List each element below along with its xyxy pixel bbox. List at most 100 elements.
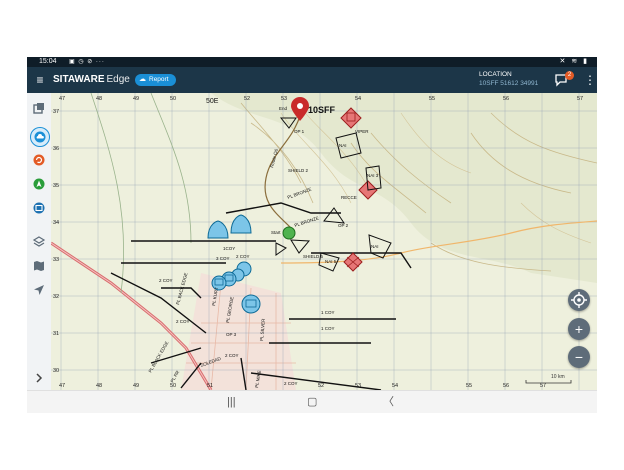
label-2coy-b: 2 COY bbox=[225, 353, 239, 358]
grid-top-5: 52 bbox=[244, 96, 250, 102]
map-view[interactable]: End OP 1 SHIELD 2 VIPER NAI NAI 3 NAI RE… bbox=[51, 93, 597, 390]
window-icon[interactable] bbox=[30, 199, 48, 217]
terrain-hills bbox=[211, 93, 597, 283]
grid-left-1: 36 bbox=[53, 146, 59, 152]
label-1coy: 1 COY bbox=[321, 310, 335, 315]
grid-top-0: 47 bbox=[59, 96, 65, 102]
zoom-out-button[interactable]: − bbox=[568, 346, 590, 368]
label-op3: OP 3 bbox=[226, 332, 237, 337]
label-shield5: SHIELD 5 bbox=[303, 254, 324, 259]
brand-edition: Edge bbox=[106, 74, 130, 85]
grid-bottom-3: 50 bbox=[170, 383, 176, 389]
label-end: End bbox=[279, 106, 288, 111]
grid-top-3: 50 bbox=[170, 96, 176, 102]
navigation-icon[interactable] bbox=[30, 175, 48, 193]
grid-top-9: 56 bbox=[503, 96, 509, 102]
brand-name: SITAWARE bbox=[53, 74, 105, 85]
grid-left-6: 31 bbox=[53, 331, 59, 337]
grid-top-10: 57 bbox=[577, 96, 583, 102]
label-3coy: 3 COY bbox=[216, 256, 230, 261]
layers-icon[interactable] bbox=[30, 233, 48, 251]
chevron-right-icon[interactable] bbox=[30, 369, 48, 387]
label-shield2: SHIELD 2 bbox=[288, 168, 309, 173]
label-nai5: NAI 5 bbox=[325, 259, 337, 264]
route-line bbox=[264, 115, 301, 239]
label-bronze2: PL BRONZE bbox=[294, 215, 320, 228]
label-nai2: NAI 3 bbox=[367, 173, 379, 178]
grid-top-7: 54 bbox=[355, 96, 361, 102]
status-time: 15:04 bbox=[39, 58, 57, 65]
grid-bottom-0: 47 bbox=[59, 383, 65, 389]
grid-top-2: 49 bbox=[133, 96, 139, 102]
label-bronze1: PL BRONZE bbox=[287, 187, 313, 200]
map-icon[interactable] bbox=[30, 257, 48, 275]
label-recce: RECCE bbox=[341, 195, 357, 200]
grid-left-0: 37 bbox=[53, 109, 59, 115]
grid-bottom-1: 48 bbox=[96, 383, 102, 389]
grid-left-3: 34 bbox=[53, 220, 59, 226]
map-zone-label: 50E bbox=[206, 98, 219, 105]
scale-label: 10 km bbox=[551, 374, 565, 380]
map-callsign: 10SFF bbox=[308, 105, 336, 115]
grid-left-5: 32 bbox=[53, 294, 59, 300]
zoom-in-button[interactable]: + bbox=[568, 318, 590, 340]
app-brand: SITAWARE Edge bbox=[53, 73, 130, 87]
refresh-icon[interactable] bbox=[30, 151, 48, 169]
label-2coy-c: 2 COY bbox=[159, 278, 173, 283]
layers-stack-icon[interactable] bbox=[30, 99, 48, 117]
label-pl-black: PL BLACK EDGE bbox=[148, 340, 170, 373]
grid-top-6: 53 bbox=[281, 96, 287, 102]
chat-badge: 2 bbox=[565, 71, 574, 80]
grid-bottom-6: 53 bbox=[355, 383, 361, 389]
label-viper: VIPER bbox=[355, 129, 369, 134]
send-icon[interactable] bbox=[30, 281, 48, 299]
grid-bottom-10: 57 bbox=[540, 383, 546, 389]
status-icons-left: ▣ ◷ ⊘ ··· bbox=[69, 59, 105, 65]
side-toolbar bbox=[27, 93, 52, 390]
location-label: LOCATION bbox=[479, 71, 512, 78]
grid-bottom-2: 49 bbox=[133, 383, 139, 389]
label-1coy-b: 1 COY bbox=[321, 326, 335, 331]
label-start: Start bbox=[271, 230, 281, 235]
grid-bottom-5: 52 bbox=[318, 383, 324, 389]
recents-button[interactable]: ||| bbox=[227, 394, 236, 410]
cloud-icon: ☁ bbox=[139, 76, 146, 83]
grid-bottom-4: 51 bbox=[207, 383, 213, 389]
location-readout: LOCATION 10SFF 51612 34991 bbox=[479, 71, 538, 87]
label-2coy-d: 2 COY bbox=[284, 381, 298, 386]
label-route: Route Q6 bbox=[269, 148, 279, 168]
cloud-icon[interactable] bbox=[30, 127, 50, 147]
grid-left-7: 30 bbox=[53, 368, 59, 374]
label-op2: OP 2 bbox=[338, 223, 349, 228]
label-nai3: NAI bbox=[371, 244, 379, 249]
app-bar: ≡ SITAWARE Edge ☁ Report LOCATION 10SFF 51… bbox=[27, 67, 597, 93]
scale-bar: 10 km bbox=[525, 374, 572, 384]
label-2coy-e: 2 COY bbox=[236, 254, 250, 259]
report-label: Report bbox=[149, 76, 169, 83]
label-op1: OP 1 bbox=[294, 129, 305, 134]
location-value: 10SFF 51612 34991 bbox=[479, 80, 539, 87]
grid-bottom-7: 54 bbox=[392, 383, 398, 389]
grid-bottom-9: 56 bbox=[503, 383, 509, 389]
map-canvas: End OP 1 SHIELD 2 VIPER NAI NAI 3 NAI RE… bbox=[51, 93, 597, 390]
hamburger-icon[interactable]: ≡ bbox=[33, 73, 47, 87]
label-pl-back: PL BACK EDGE bbox=[175, 272, 188, 305]
label-1coy-c: 1COY bbox=[223, 246, 235, 251]
more-options-icon[interactable]: ⋮ bbox=[584, 73, 596, 87]
status-bar: 15:04 ▣ ◷ ⊘ ··· ✕ ≋ ▮ bbox=[27, 57, 597, 67]
home-button[interactable]: ▢ bbox=[307, 394, 317, 410]
crosshair-icon[interactable] bbox=[568, 289, 590, 311]
grid-top-8: 55 bbox=[429, 96, 435, 102]
label-nai1: NAI bbox=[339, 143, 347, 148]
status-icons-right: ✕ ≋ ▮ bbox=[559, 58, 589, 65]
grid-top-1: 48 bbox=[96, 96, 102, 102]
label-pl-rr: PL RR bbox=[170, 369, 181, 383]
grid-bottom-8: 55 bbox=[466, 383, 472, 389]
back-button[interactable]: 〈 bbox=[383, 394, 394, 410]
label-2coy: 2 COY bbox=[176, 319, 190, 324]
town-area bbox=[181, 273, 296, 390]
grid-left-4: 33 bbox=[53, 257, 59, 263]
grid-left-2: 35 bbox=[53, 183, 59, 189]
report-button[interactable]: ☁ Report bbox=[135, 74, 176, 86]
android-nav-bar: ||| ▢ 〈 bbox=[27, 390, 597, 413]
